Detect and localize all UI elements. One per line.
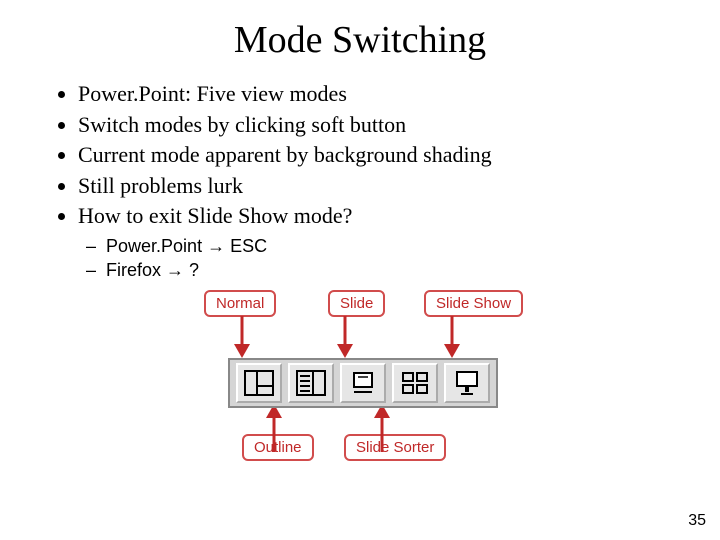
- list-item: Switch modes by clicking soft button: [78, 111, 670, 139]
- label-slide: Slide: [328, 290, 385, 317]
- view-mode-icon-bar: [228, 358, 498, 408]
- list-item: Current mode apparent by background shad…: [78, 141, 670, 169]
- diagram-wrap: Normal Slide Slide Show Outline Slide So…: [50, 286, 670, 466]
- label-outline: Outline: [242, 434, 314, 461]
- slide-title: Mode Switching: [50, 18, 670, 62]
- label-normal: Normal: [204, 290, 276, 317]
- outline-view-icon: [288, 363, 334, 403]
- view-mode-diagram: Normal Slide Slide Show Outline Slide So…: [160, 286, 560, 466]
- slide-sorter-view-icon: [392, 363, 438, 403]
- list-item: How to exit Slide Show mode?: [78, 202, 670, 230]
- list-item: Power.Point: Five view modes: [78, 80, 670, 108]
- list-item: Still problems lurk: [78, 172, 670, 200]
- label-slideshow: Slide Show: [424, 290, 523, 317]
- slideshow-view-icon: [444, 363, 490, 403]
- bullet-list: Power.Point: Five view modes Switch mode…: [56, 80, 670, 230]
- list-item: Firefox → ?: [86, 258, 670, 282]
- slide-view-icon: [340, 363, 386, 403]
- normal-view-icon: [236, 363, 282, 403]
- sub-bullet-list: Power.Point → ESC Firefox → ?: [68, 234, 670, 283]
- label-sorter: Slide Sorter: [344, 434, 446, 461]
- slide: Mode Switching Power.Point: Five view mo…: [0, 0, 720, 540]
- page-number: 35: [688, 512, 706, 530]
- list-item: Power.Point → ESC: [86, 234, 670, 258]
